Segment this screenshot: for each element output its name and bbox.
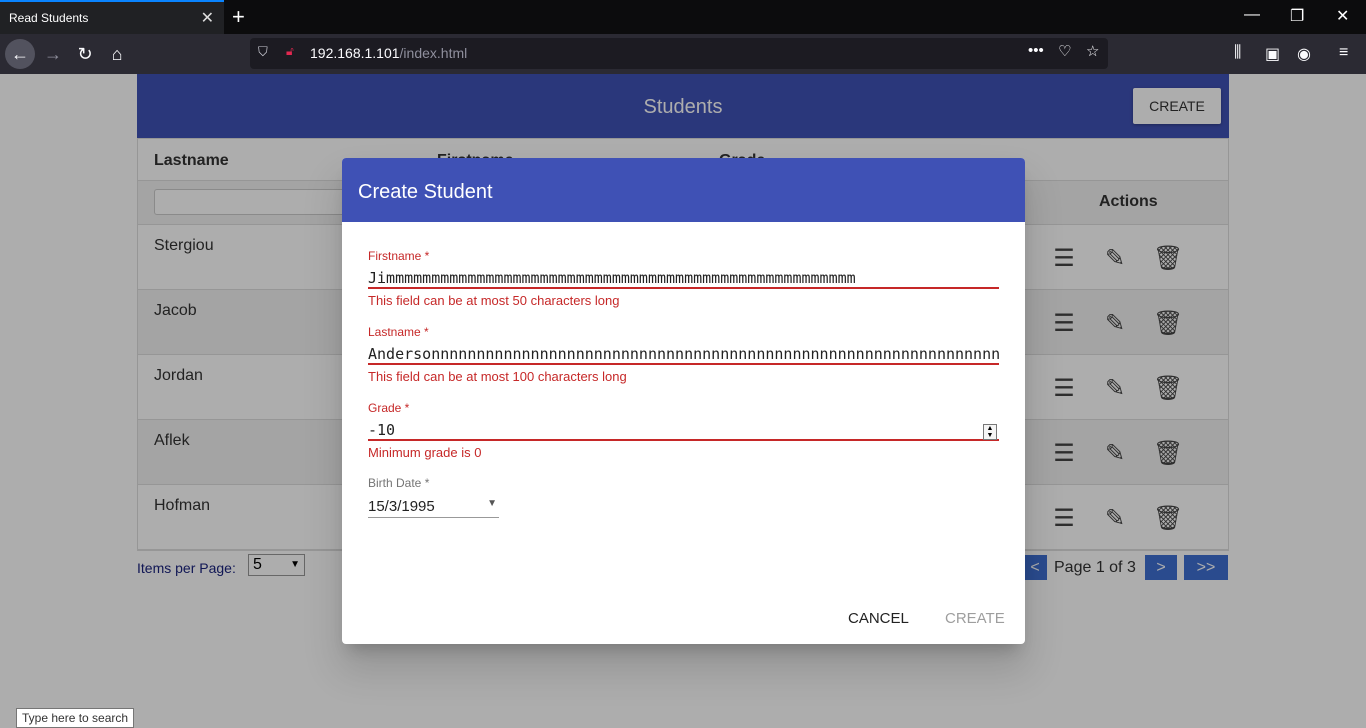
new-tab-icon[interactable]: + <box>232 4 245 30</box>
pocket-icon[interactable]: ♡ <box>1058 42 1071 60</box>
firstname-field: Firstname * Jimmmmmmmmmmmmmmmmmmmmmmmmmm… <box>368 249 999 308</box>
firstname-input[interactable]: Jimmmmmmmmmmmmmmmmmmmmmmmmmmmmmmmmmmmmmm… <box>368 263 999 289</box>
nav-bar: ← → ↻ ⌂ ⛉ 🔓︎ 192.168.1.101/index.html ••… <box>0 34 1366 74</box>
url-bar[interactable]: ⛉ 🔓︎ 192.168.1.101/index.html ••• ♡ ☆ <box>250 38 1108 69</box>
window-close-icon[interactable]: ✕ <box>1336 6 1349 26</box>
menu-icon[interactable]: ≡ <box>1339 44 1348 62</box>
forward-icon[interactable]: → <box>38 39 68 69</box>
chevron-down-icon: ▼ <box>487 498 497 509</box>
birthdate-field: Birth Date * 15/3/1995 ▼ <box>368 476 499 518</box>
dialog-create-button[interactable]: CREATE <box>945 610 1005 627</box>
cancel-button[interactable]: CANCEL <box>848 610 909 627</box>
sidebar-icon[interactable]: ▣ <box>1265 44 1280 64</box>
close-tab-icon[interactable]: ✕ <box>201 8 214 28</box>
lastname-field: Lastname * Andersonnnnnnnnnnnnnnnnnnnnnn… <box>368 325 999 384</box>
lastname-error: This field can be at most 100 characters… <box>368 369 627 384</box>
birthdate-label: Birth Date * <box>368 476 430 490</box>
reload-icon[interactable]: ↻ <box>70 39 100 69</box>
star-icon[interactable]: ☆ <box>1086 42 1099 60</box>
lock-icon[interactable]: 🔓︎ <box>286 44 294 59</box>
url-text[interactable]: 192.168.1.101/index.html <box>310 45 467 61</box>
url-host: 192.168.1.101 <box>310 45 400 61</box>
more-icon[interactable]: ••• <box>1028 42 1044 59</box>
back-icon[interactable]: ← <box>5 39 35 69</box>
lastname-label: Lastname * <box>368 325 429 339</box>
birthdate-value: 15/3/1995 <box>368 498 435 515</box>
url-path: /index.html <box>399 45 468 61</box>
tab-title: Read Students <box>9 11 89 25</box>
grade-field: Grade * -10 ▲ ▼ Minimum grade is 0 <box>368 401 999 460</box>
firstname-label: Firstname * <box>368 249 430 263</box>
grade-error: Minimum grade is 0 <box>368 445 482 460</box>
account-icon[interactable]: ◉ <box>1297 44 1311 64</box>
birthdate-select[interactable]: 15/3/1995 ▼ <box>368 490 499 518</box>
grade-input[interactable]: -10 <box>368 415 999 441</box>
library-icon[interactable]: ⫼ <box>1234 44 1241 62</box>
tab-bar: Read Students ✕ + — ❐ ✕ <box>0 0 1366 34</box>
search-tooltip: Type here to search <box>16 708 135 728</box>
create-student-dialog: Create Student Firstname * Jimmmmmmmmmmm… <box>342 158 1025 644</box>
dialog-title: Create Student <box>342 158 1025 222</box>
tab-read-students[interactable]: Read Students ✕ <box>0 0 224 34</box>
shield-icon[interactable]: ⛉ <box>258 44 268 60</box>
home-icon[interactable]: ⌂ <box>102 39 132 69</box>
firstname-error: This field can be at most 50 characters … <box>368 293 620 308</box>
grade-stepper[interactable]: ▲ ▼ <box>983 424 997 440</box>
restore-icon[interactable]: ❐ <box>1290 6 1304 26</box>
minimize-icon[interactable]: — <box>1244 6 1260 24</box>
lastname-input[interactable]: Andersonnnnnnnnnnnnnnnnnnnnnnnnnnnnnnnnn… <box>368 339 999 365</box>
grade-label: Grade * <box>368 401 410 415</box>
